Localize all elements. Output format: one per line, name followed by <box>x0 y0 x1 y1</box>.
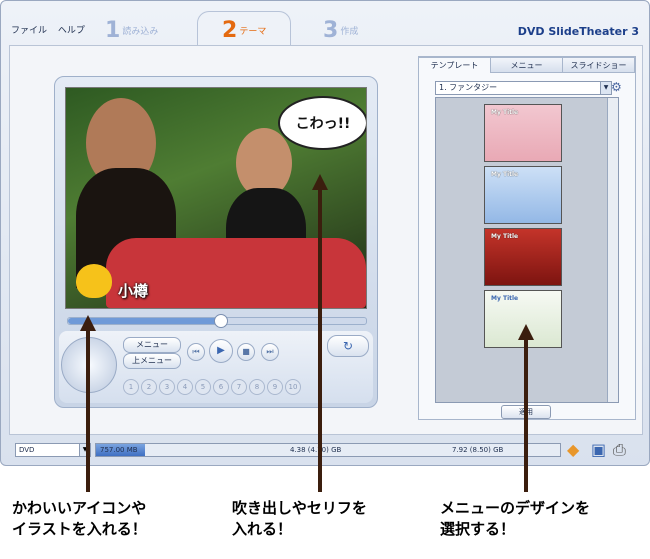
thumbnail-title: My Title <box>491 295 519 302</box>
number-key-8[interactable]: 8 <box>249 379 265 395</box>
annotation-arrowhead-1 <box>80 315 96 331</box>
annotation-icons: かわいいアイコンや イラストを入れる！ <box>12 499 147 538</box>
step-2-label: テーマ <box>239 26 267 37</box>
preview-panel: こわっ!! 小樽 メニュー 上メニュー ⏮ ▶ ■ ⏭ ↻ 1 2 3 4 5 … <box>54 76 378 408</box>
app-window: ファイル ヘルプ 1 読み込み 2 テーマ 3 作成 DVD SlideThea… <box>0 0 650 466</box>
annotation-arrowhead-3 <box>518 324 534 340</box>
save-icon[interactable]: ▣ <box>591 440 606 459</box>
workspace: こわっ!! 小樽 メニュー 上メニュー ⏮ ▶ ■ ⏭ ↻ 1 2 3 4 5 … <box>9 45 643 435</box>
tab-slideshow[interactable]: スライドショー <box>563 57 635 73</box>
caption-text[interactable]: 小樽 <box>118 280 148 301</box>
template-thumbnail-1[interactable]: My Title <box>484 104 562 162</box>
annotation-arrow-2 <box>318 180 322 492</box>
capacity-used: 757.00 MB <box>100 446 138 454</box>
top-menu-button[interactable]: 上メニュー <box>123 353 181 369</box>
seek-knob[interactable] <box>214 314 228 328</box>
printer-icon[interactable]: ⎙ <box>613 440 626 460</box>
menu-help[interactable]: ヘルプ <box>58 26 85 36</box>
step-3-tab[interactable]: 3 作成 <box>323 15 358 45</box>
play-icon[interactable]: ▶ <box>209 339 233 363</box>
bottom-bar: DVD ▼ 757.00 MB 4.38 (4.70) GB 7.92 (8.5… <box>9 439 641 461</box>
annotation-menu-design: メニューのデザインを 選択する！ <box>440 499 591 538</box>
number-key-1[interactable]: 1 <box>123 379 139 395</box>
step-1-number: 1 <box>105 17 121 43</box>
step-3-label: 作成 <box>340 26 359 37</box>
seek-bar[interactable] <box>67 314 367 328</box>
previous-icon[interactable]: ⏮ <box>187 343 205 361</box>
number-key-7[interactable]: 7 <box>231 379 247 395</box>
template-select[interactable]: 1. ファンタジー ▼ <box>435 81 612 95</box>
number-key-3[interactable]: 3 <box>159 379 175 395</box>
number-key-10[interactable]: 10 <box>285 379 301 395</box>
app-title: DVD SlideTheater 3 <box>517 25 639 38</box>
capacity-mark-single: 4.38 (4.70) GB <box>290 446 342 454</box>
thumbnail-title: My Title <box>491 171 519 178</box>
capacity-bar: 757.00 MB 4.38 (4.70) GB 7.92 (8.50) GB <box>95 443 561 457</box>
return-icon[interactable]: ↻ <box>327 335 369 357</box>
disc-type-select[interactable]: DVD <box>15 443 80 457</box>
thumbnail-title: My Title <box>491 109 519 116</box>
step-2-number: 2 <box>222 17 238 43</box>
menu-button[interactable]: メニュー <box>123 337 181 353</box>
template-select-value: 1. ファンタジー <box>439 83 498 92</box>
capacity-mark-dual: 7.92 (8.50) GB <box>452 446 504 454</box>
remote-controls: メニュー 上メニュー ⏮ ▶ ■ ⏭ ↻ 1 2 3 4 5 6 7 8 9 1… <box>59 331 373 403</box>
step-1-label: 読み込み <box>122 26 159 37</box>
step-1-tab[interactable]: 1 読み込み <box>105 15 158 45</box>
template-thumbnail-3[interactable]: My Title <box>484 228 562 286</box>
menu-file[interactable]: ファイル <box>11 26 47 36</box>
gear-icon[interactable]: ⚙ <box>611 80 625 94</box>
number-key-5[interactable]: 5 <box>195 379 211 395</box>
speech-bubble[interactable]: こわっ!! <box>278 96 366 150</box>
folder-icon[interactable]: ◆ <box>567 440 579 459</box>
duck-icon[interactable] <box>76 264 112 298</box>
template-scrollbar[interactable] <box>607 98 618 402</box>
number-key-4[interactable]: 4 <box>177 379 193 395</box>
menu-bar: ファイル ヘルプ <box>11 23 93 36</box>
annotation-bubbles: 吹き出しやセリフを 入れる！ <box>232 499 367 538</box>
annotation-arrow-3 <box>524 330 528 492</box>
number-key-6[interactable]: 6 <box>213 379 229 395</box>
number-key-2[interactable]: 2 <box>141 379 157 395</box>
next-icon[interactable]: ⏭ <box>261 343 279 361</box>
tab-template[interactable]: テンプレート <box>419 57 491 73</box>
annotation-arrowhead-2 <box>312 174 328 190</box>
step-3-number: 3 <box>323 17 339 43</box>
thumbnail-title: My Title <box>491 233 519 240</box>
annotation-arrow-1 <box>86 322 90 492</box>
number-key-9[interactable]: 9 <box>267 379 283 395</box>
panel-tabs: テンプレート メニュー スライドショー <box>419 57 635 73</box>
tab-menu[interactable]: メニュー <box>491 57 563 73</box>
stop-icon[interactable]: ■ <box>237 343 255 361</box>
step-2-tab[interactable]: 2 テーマ <box>197 11 292 48</box>
chevron-down-icon[interactable]: ▼ <box>600 82 611 94</box>
template-thumbnail-2[interactable]: My Title <box>484 166 562 224</box>
